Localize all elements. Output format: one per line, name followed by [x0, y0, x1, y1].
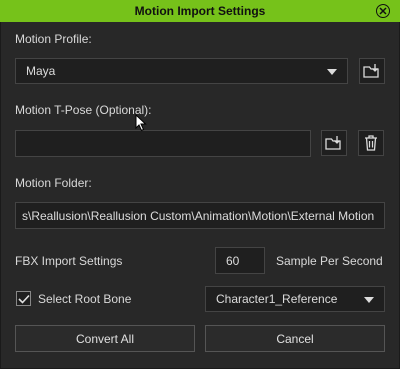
root-bone-value: Character1_Reference: [216, 292, 338, 306]
sample-per-second-label: Sample Per Second: [276, 254, 383, 268]
root-bone-dropdown[interactable]: Character1_Reference: [205, 286, 385, 312]
motion-folder-input[interactable]: s\Reallusion\Reallusion Custom\Animation…: [15, 202, 385, 229]
folder-import-icon: [363, 64, 379, 78]
folder-import-icon: [325, 136, 341, 150]
mouse-cursor-icon: [135, 114, 147, 132]
tpose-input[interactable]: [15, 130, 311, 157]
chevron-down-icon: [364, 297, 374, 303]
cancel-button[interactable]: Cancel: [205, 325, 385, 352]
title-bar: Motion Import Settings: [0, 0, 400, 22]
close-icon: [379, 7, 387, 15]
fbx-import-label: FBX Import Settings: [15, 254, 123, 268]
convert-all-button[interactable]: Convert All: [15, 325, 195, 352]
motion-profile-dropdown[interactable]: Maya: [15, 58, 348, 84]
select-root-bone-checkbox[interactable]: [16, 291, 31, 306]
motion-profile-label: Motion Profile:: [15, 32, 92, 46]
tpose-browse-button[interactable]: [321, 130, 347, 156]
select-root-bone-label: Select Root Bone: [38, 292, 132, 306]
motion-profile-browse-button[interactable]: [359, 58, 385, 84]
window-title: Motion Import Settings: [134, 4, 266, 18]
motion-profile-value: Maya: [26, 64, 56, 78]
tpose-delete-button[interactable]: [358, 130, 384, 156]
checkmark-icon: [17, 294, 30, 304]
close-button[interactable]: [376, 4, 390, 18]
tpose-label: Motion T-Pose (Optional):: [15, 103, 152, 117]
trash-icon: [365, 135, 377, 151]
chevron-down-icon: [327, 69, 337, 75]
motion-folder-label: Motion Folder:: [15, 176, 92, 190]
sample-per-second-input[interactable]: 60: [215, 247, 265, 274]
